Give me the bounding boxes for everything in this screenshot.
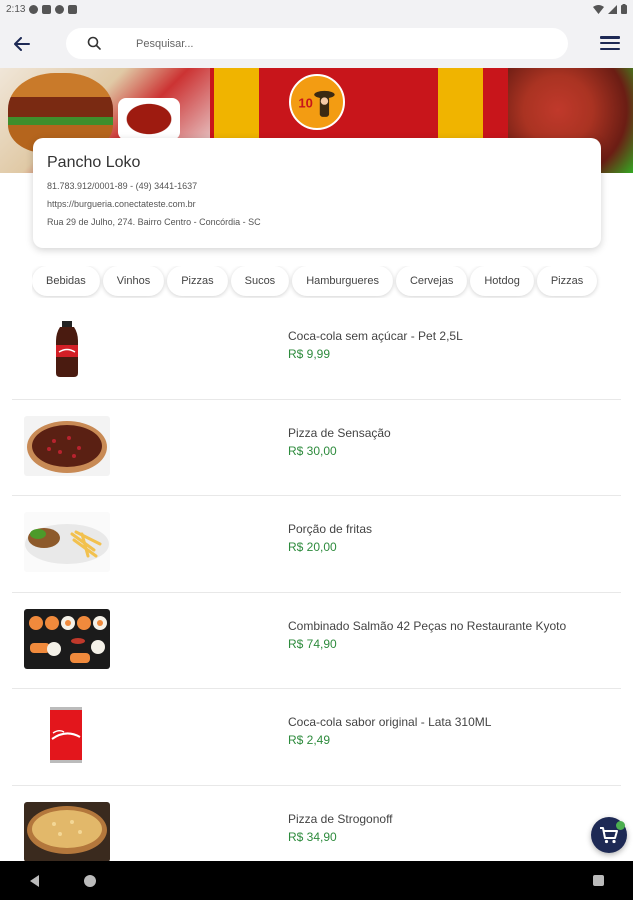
notification-icon — [29, 4, 39, 14]
store-website-link[interactable]: https://burgueria.conectateste.com.br — [47, 198, 587, 210]
coke-bottle-image — [24, 319, 110, 379]
product-price: R$ 74,90 — [288, 636, 337, 651]
signal-icon — [608, 4, 617, 14]
nav-recents-icon[interactable] — [593, 875, 604, 886]
wifi-icon — [593, 4, 604, 14]
product-item[interactable]: Pizza de Strogonoff R$ 34,90 — [12, 786, 621, 861]
notification-icon — [68, 4, 78, 14]
product-price: R$ 30,00 — [288, 443, 337, 458]
coke-can-image — [24, 705, 110, 765]
search-input[interactable] — [136, 28, 556, 59]
product-price: R$ 9,99 — [288, 347, 331, 361]
menu-button[interactable] — [599, 33, 621, 53]
store-address: Rua 29 de Julho, 274. Bairro Centro - Co… — [47, 217, 261, 227]
app-header — [0, 18, 633, 68]
product-item[interactable]: Pizza de Sensação R$ 30,00 — [12, 400, 621, 496]
cart-badge — [616, 821, 625, 830]
notification-icon — [55, 4, 65, 14]
store-logo: 10 — [289, 74, 345, 130]
back-button[interactable] — [10, 32, 34, 56]
strogonoff-pizza-image — [24, 801, 110, 861]
product-item[interactable]: Coca-cola sem açúcar - Pet 2,5L R$ 9,99 — [12, 303, 621, 400]
category-chip-hamburgueres[interactable]: Hamburgueres — [292, 266, 393, 296]
sauce-image — [118, 98, 180, 140]
product-item[interactable]: Coca-cola sabor original - Lata 310ML R$… — [12, 689, 621, 786]
status-right — [593, 4, 627, 14]
category-chip-cervejas[interactable]: Cervejas — [395, 266, 468, 296]
product-price: R$ 34,90 — [288, 829, 337, 844]
fries-platter-image — [24, 512, 110, 572]
product-list: Coca-cola sem açúcar - Pet 2,5L R$ 9,99 … — [12, 303, 621, 861]
category-chips: Bebidas Vinhos Pizzas Sucos Hamburgueres Cerv… — [32, 266, 603, 298]
product-name: Combinado Salmão 42 Peças no Restaurante… — [288, 618, 567, 633]
back-arrow-icon — [14, 37, 30, 51]
store-document-phone: 81.783.912/0001-89 - (49) 3441-1637 — [47, 181, 198, 191]
logo-text: 10 — [298, 96, 312, 111]
product-name: Pizza de Strogonoff — [288, 811, 393, 826]
product-name: Porção de fritas — [288, 522, 373, 536]
category-chip-hotdog[interactable]: Hotdog — [470, 266, 534, 296]
store-name: Pancho Loko — [47, 154, 141, 171]
store-info-card: Pancho Loko 81.783.912/0001-89 - (49) 34… — [33, 138, 601, 248]
battery-icon — [621, 4, 627, 14]
system-nav-bar — [0, 861, 633, 900]
product-item[interactable]: Combinado Salmão 42 Peças no Restaurante… — [12, 593, 621, 689]
category-chip-bebidas[interactable]: Bebidas — [32, 266, 100, 296]
product-item[interactable]: Porção de fritas R$ 20,00 — [12, 496, 621, 593]
notification-icon — [42, 4, 52, 14]
category-chip-sucos[interactable]: Sucos — [230, 266, 290, 296]
category-chip-pizzas[interactable]: Pizzas — [167, 266, 228, 296]
menu-icon — [600, 36, 620, 39]
product-name: Pizza de Sensação — [288, 425, 391, 440]
status-left: 2:13 — [6, 3, 78, 15]
category-chip-pizzas-2[interactable]: Pizzas — [536, 266, 598, 296]
category-chip-vinhos[interactable]: Vinhos — [102, 266, 165, 296]
status-time: 2:13 — [6, 3, 26, 15]
chocolate-pizza-image — [24, 415, 110, 476]
nav-back-icon[interactable] — [30, 875, 39, 887]
product-price: R$ 2,49 — [288, 733, 331, 747]
status-bar: 2:13 — [0, 0, 633, 18]
store-logo-icon: 10 — [291, 76, 343, 128]
cart-button[interactable] — [591, 817, 627, 853]
nav-home-icon[interactable] — [84, 875, 96, 887]
search-icon[interactable] — [86, 35, 102, 51]
shopping-cart-icon — [600, 827, 618, 844]
product-name: Coca-cola sabor original - Lata 310ML — [288, 715, 492, 729]
search-bar[interactable] — [66, 28, 568, 59]
product-price: R$ 20,00 — [288, 540, 337, 554]
product-name: Coca-cola sem açúcar - Pet 2,5L — [288, 329, 463, 343]
sushi-combo-image — [24, 608, 110, 669]
